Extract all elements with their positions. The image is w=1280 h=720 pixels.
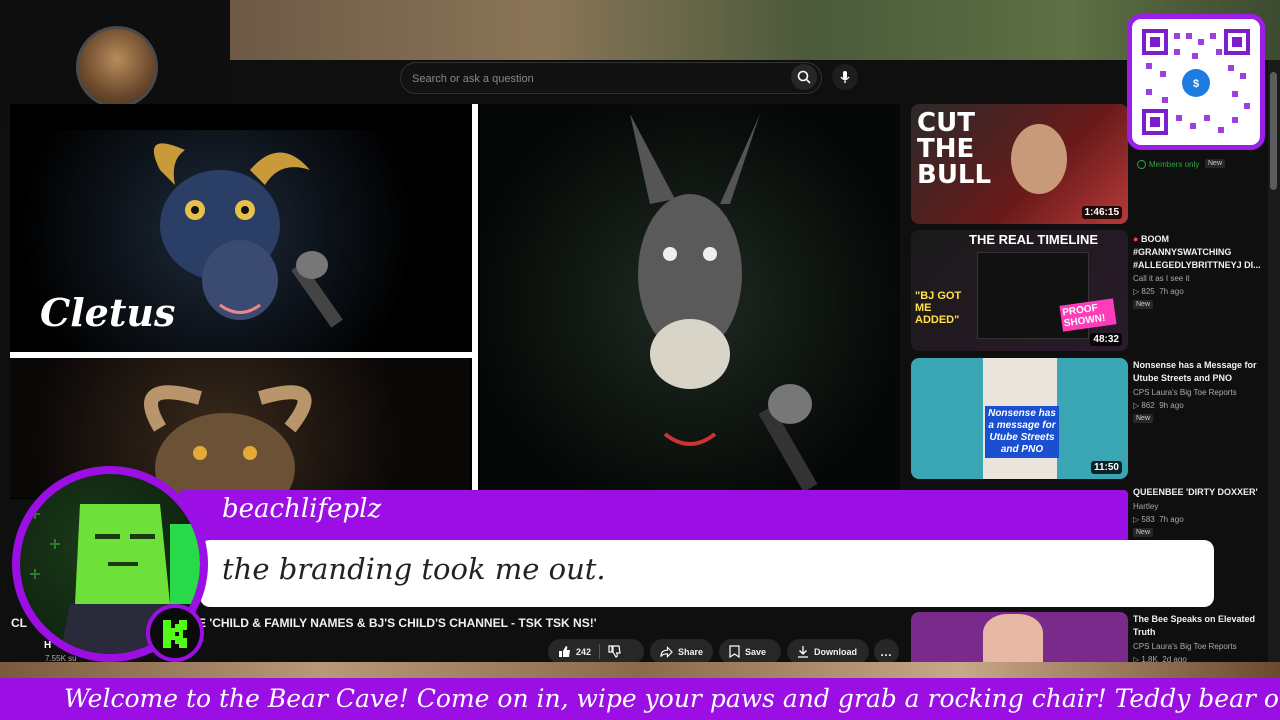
like-icon bbox=[559, 646, 570, 657]
background-photo bbox=[230, 0, 1280, 60]
tile-divider bbox=[472, 104, 478, 499]
search-icon bbox=[797, 70, 811, 84]
sidebar-channel[interactable]: Hartley bbox=[1133, 502, 1158, 511]
ticker-text: Welcome to the Bear Cave! Come on in, wi… bbox=[64, 684, 1280, 713]
new-badge: New bbox=[1205, 159, 1226, 168]
video-duration: 1:46:15 bbox=[1081, 206, 1122, 219]
video-duration: 48:32 bbox=[1090, 333, 1122, 346]
dislike-icon[interactable] bbox=[608, 645, 621, 658]
video-title-start: CL bbox=[11, 616, 27, 630]
voice-search-button[interactable] bbox=[832, 64, 858, 90]
video-duration: 11:50 bbox=[1090, 461, 1122, 474]
search-button[interactable] bbox=[791, 64, 817, 90]
sidebar-video-title[interactable]: ● BOOM #GRANNYSWATCHING #ALLEGEDLYBRITTN… bbox=[1133, 233, 1263, 272]
sidebar-channel[interactable]: Call it as I see it bbox=[1133, 274, 1189, 283]
sidebar-thumbnail[interactable]: CUT THE BULL 1:46:15 bbox=[911, 104, 1128, 224]
sidebar-views: ▷ 862 9h ago bbox=[1133, 401, 1184, 410]
sidebar-video-title[interactable]: QUEENBEE 'DIRTY DOXXER' bbox=[1133, 486, 1263, 499]
share-button[interactable]: Share bbox=[650, 639, 713, 664]
sidebar-video-title[interactable]: The Bee Speaks on Elevated Truth bbox=[1133, 613, 1263, 639]
sidebar-views: ▷ 583 7h ago bbox=[1133, 515, 1184, 524]
chat-username: beachlifeplz bbox=[222, 494, 382, 524]
sidebar-channel[interactable]: CPS Laura's Big Toe Reports bbox=[1133, 388, 1237, 397]
sidebar-thumbnail[interactable] bbox=[911, 612, 1128, 662]
save-button[interactable]: Save bbox=[719, 639, 781, 664]
scrollbar-thumb[interactable] bbox=[1270, 72, 1277, 190]
new-badge: New bbox=[1133, 300, 1154, 309]
share-icon bbox=[660, 645, 673, 658]
more-actions-button[interactable]: … bbox=[874, 639, 899, 664]
thumbnail-text: THE REAL TIMELINE bbox=[969, 232, 1099, 247]
background-strip bbox=[0, 662, 1280, 678]
svg-text:$: $ bbox=[1193, 78, 1199, 90]
mic-icon bbox=[840, 71, 850, 83]
sidebar-channel[interactable]: CPS Laura's Big Toe Reports bbox=[1133, 642, 1237, 651]
live-dot-icon: ● bbox=[1133, 234, 1139, 244]
sidebar-views: ▷ 825 7h ago bbox=[1133, 287, 1184, 296]
download-button[interactable]: Download bbox=[787, 639, 869, 664]
like-dislike-group: 242 bbox=[548, 639, 644, 664]
video-tile-label: Cletus bbox=[40, 290, 176, 335]
sidebar-thumbnail[interactable]: Nonsense has a message for Utube Streets… bbox=[911, 358, 1128, 479]
thumbnail-person bbox=[983, 614, 1043, 662]
search-input[interactable] bbox=[410, 69, 784, 89]
thumbnail-face bbox=[1011, 124, 1067, 194]
members-icon bbox=[1137, 160, 1146, 169]
members-only-badge: Members only bbox=[1137, 160, 1199, 169]
like-button[interactable]: 242 bbox=[558, 645, 591, 658]
thumbnail-text: CUT THE BULL bbox=[917, 108, 992, 190]
ticker-bar: Welcome to the Bear Cave! Come on in, wi… bbox=[0, 678, 1280, 720]
streamer-avatar bbox=[76, 26, 158, 108]
button-divider bbox=[599, 644, 601, 659]
sidebar-thumbnail[interactable]: THE REAL TIMELINE "BJ GOT ME ADDED" PROO… bbox=[911, 230, 1128, 351]
new-badge: New bbox=[1133, 414, 1154, 423]
qr-code: $ bbox=[1127, 14, 1265, 150]
video-tile-donkey bbox=[480, 104, 900, 499]
new-badge: New bbox=[1133, 528, 1154, 537]
tile-divider bbox=[10, 352, 472, 358]
sidebar-video-title[interactable]: Nonsense has a Message for Utube Streets… bbox=[1133, 359, 1263, 385]
thumbnail-text: "BJ GOT ME ADDED" bbox=[915, 290, 962, 326]
save-icon bbox=[729, 645, 740, 658]
download-icon bbox=[798, 646, 808, 658]
more-icon: … bbox=[880, 644, 893, 659]
kick-logo-icon bbox=[146, 604, 204, 662]
video-title: E 'CHILD & FAMILY NAMES & BJ'S CHILD'S C… bbox=[198, 616, 597, 630]
thumbnail-text: Nonsense has a message for Utube Streets… bbox=[985, 406, 1059, 458]
chat-message: the branding took me out. bbox=[222, 552, 606, 586]
